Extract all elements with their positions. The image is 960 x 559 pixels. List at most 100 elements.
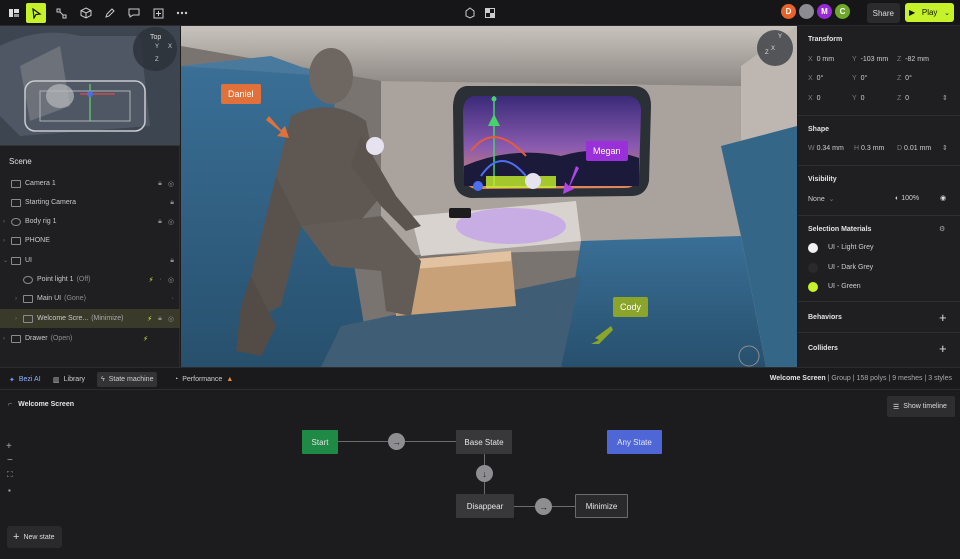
transition-arrow-icon[interactable]: → [388, 433, 405, 450]
play-button[interactable]: ▶ Play ⌄ [905, 3, 954, 22]
tree-item-label: UI [25, 257, 32, 264]
position-y-field[interactable]: Y -103 mm [852, 56, 888, 63]
chevron-right-icon[interactable]: › [3, 219, 11, 225]
show-timeline-button[interactable]: ☰ Show timeline [887, 396, 955, 417]
transition-arrow-icon[interactable]: → [535, 498, 552, 515]
lock-icon[interactable]: · [160, 276, 162, 284]
lock-icon[interactable]: 🔒︎ [158, 218, 162, 226]
user-tag-megan[interactable]: Megan [586, 141, 628, 161]
visibility-dropdown[interactable]: None ⌄ [808, 195, 835, 203]
state-machine-canvas[interactable]: ⌐ Welcome Screen ☰ Show timeline + − ⛶ ▪… [0, 391, 960, 559]
shape-depth-field[interactable]: D 0.01 mm [897, 145, 931, 152]
tree-item-body-rig[interactable]: › Body rig 1 🔒︎ ◎ [0, 212, 180, 231]
add-collider-icon[interactable]: + [939, 341, 947, 356]
lock-icon[interactable]: 🔒︎ [158, 315, 162, 323]
user-tag-cody[interactable]: Cody [613, 297, 649, 317]
pen-icon[interactable] [100, 3, 120, 23]
eye-off-icon[interactable]: ◎ [168, 315, 174, 323]
chevron-down-icon[interactable]: ⌄ [944, 9, 950, 17]
state-minimize[interactable]: Minimize [575, 494, 628, 518]
fit-view-icon[interactable]: ⛶ [7, 470, 13, 480]
chevron-right-icon[interactable]: › [15, 296, 23, 302]
transition-arrow-icon[interactable]: ↓ [476, 465, 493, 482]
lock-icon[interactable]: 🔒︎ [158, 180, 162, 188]
position-z-field[interactable]: Z -82 mm [897, 56, 929, 63]
tree-item-point-light[interactable]: Point light 1 (Off) ⚡︎ · ◎ [0, 270, 180, 289]
rotation-x-field[interactable]: X 0° [808, 75, 823, 82]
state-any[interactable]: Any State [607, 430, 662, 454]
share-button[interactable]: Share [866, 3, 900, 23]
materials-settings-icon[interactable]: ⚙ [939, 225, 945, 233]
new-state-button[interactable]: + New state [7, 526, 62, 548]
tab-state-machine[interactable]: ϟ State machine [97, 372, 158, 387]
lock-icon[interactable]: 🔒︎ [170, 199, 174, 207]
material-swatch [808, 243, 818, 253]
tree-item-starting-camera[interactable]: Starting Camera 🔒︎ [0, 193, 180, 212]
eye-off-icon[interactable]: ◎ [168, 276, 174, 284]
add-icon[interactable] [148, 3, 168, 23]
scale-z-field[interactable]: Z 0 [897, 95, 909, 102]
cube-icon[interactable] [76, 3, 96, 23]
tree-item-welcome-screen[interactable]: › Welcome Scre... (Minimize) ⚡︎ 🔒︎ ◎ [0, 309, 180, 328]
scale-x-field[interactable]: X 0 [808, 95, 820, 102]
tree-item-drawer[interactable]: › Drawer (Open) ⚡︎ [0, 329, 180, 348]
material-dark-grey[interactable]: UI - Dark Grey [828, 264, 873, 271]
link-shape-icon[interactable]: ⇕ [942, 144, 948, 152]
chevron-right-icon[interactable]: › [3, 336, 11, 342]
chevron-down-icon[interactable]: ⌄ [3, 257, 11, 264]
position-x-field[interactable]: X 0 mm [808, 56, 834, 63]
state-start[interactable]: Start [302, 430, 338, 454]
state-disappear[interactable]: Disappear [456, 494, 514, 518]
transform-icon[interactable] [51, 3, 71, 23]
eye-off-icon[interactable]: ◉ [940, 194, 946, 202]
behaviors-section[interactable]: Behaviors + [798, 302, 960, 333]
colliders-section[interactable]: Colliders + [798, 333, 960, 367]
tab-library[interactable]: ▥ Library [49, 372, 89, 387]
tree-item-ui[interactable]: ⌄ UI 🔒︎ [0, 251, 180, 270]
tree-item-main-ui[interactable]: › Main UI (Gone) · [0, 289, 180, 308]
tree-item-phone[interactable]: › PHONE [0, 231, 180, 250]
lock-icon[interactable]: 🔒︎ [170, 257, 174, 265]
zoom-out-icon[interactable]: − [7, 455, 13, 466]
link-scale-icon[interactable]: ⇕ [942, 94, 948, 102]
collaborator-avatar-m[interactable]: M [816, 3, 833, 20]
state-machine-title: Welcome Screen [18, 401, 74, 408]
scale-y-field[interactable]: Y 0 [852, 95, 864, 102]
eye-off-icon[interactable]: ◎ [168, 218, 174, 226]
logo-icon[interactable] [4, 3, 24, 23]
minimap[interactable]: Top Y X Z [0, 26, 180, 146]
material-green[interactable]: UI - Green [828, 283, 861, 290]
select-icon[interactable] [26, 3, 46, 23]
user-tag-daniel[interactable]: Daniel [221, 84, 261, 104]
tree-item-label: Body rig 1 [25, 218, 57, 225]
tab-bezi-ai[interactable]: ✦ Bezi AI [5, 372, 45, 387]
rotation-z-field[interactable]: Z 0° [897, 75, 912, 82]
more-icon[interactable] [172, 3, 192, 23]
breadcrumb: ⌐ Welcome Screen [8, 401, 74, 408]
chevron-right-icon[interactable]: › [15, 316, 23, 322]
tree-item-status: (Minimize) [91, 315, 124, 322]
chevron-right-icon[interactable]: › [3, 238, 11, 244]
tree-item-camera-1[interactable]: Camera 1 🔒︎ ◎ [0, 174, 180, 193]
3d-viewport[interactable]: Daniel Megan Cody X Y Z [181, 26, 797, 367]
opacity-field[interactable]: ◐ 100% [895, 195, 919, 202]
rotation-y-field[interactable]: Y 0° [852, 75, 867, 82]
tab-label: Performance [182, 376, 223, 383]
material-light-grey[interactable]: UI - Light Grey [828, 244, 874, 251]
selection-name: Welcome Screen [769, 375, 826, 382]
add-behavior-icon[interactable]: + [939, 310, 947, 325]
collaborator-avatar-d[interactable]: D [780, 3, 797, 20]
sparkle-icon: ✦ [9, 376, 15, 384]
hierarchy-icon[interactable] [460, 3, 480, 23]
eye-off-icon[interactable]: ◎ [168, 180, 174, 188]
grid-toggle-icon[interactable] [480, 3, 500, 23]
collaborator-avatar-c[interactable]: C [834, 3, 851, 20]
tab-performance[interactable]: ◔ Performance ▲ [170, 372, 237, 387]
collaborator-avatar-photo[interactable] [798, 3, 815, 20]
shape-height-field[interactable]: H 0.3 mm [854, 145, 884, 152]
zoom-in-icon[interactable]: + [6, 441, 12, 452]
comment-icon[interactable] [124, 3, 144, 23]
lock-icon[interactable]: ▪ [8, 486, 11, 495]
state-base[interactable]: Base State [456, 430, 512, 454]
shape-width-field[interactable]: W 0.34 mm [808, 145, 844, 152]
